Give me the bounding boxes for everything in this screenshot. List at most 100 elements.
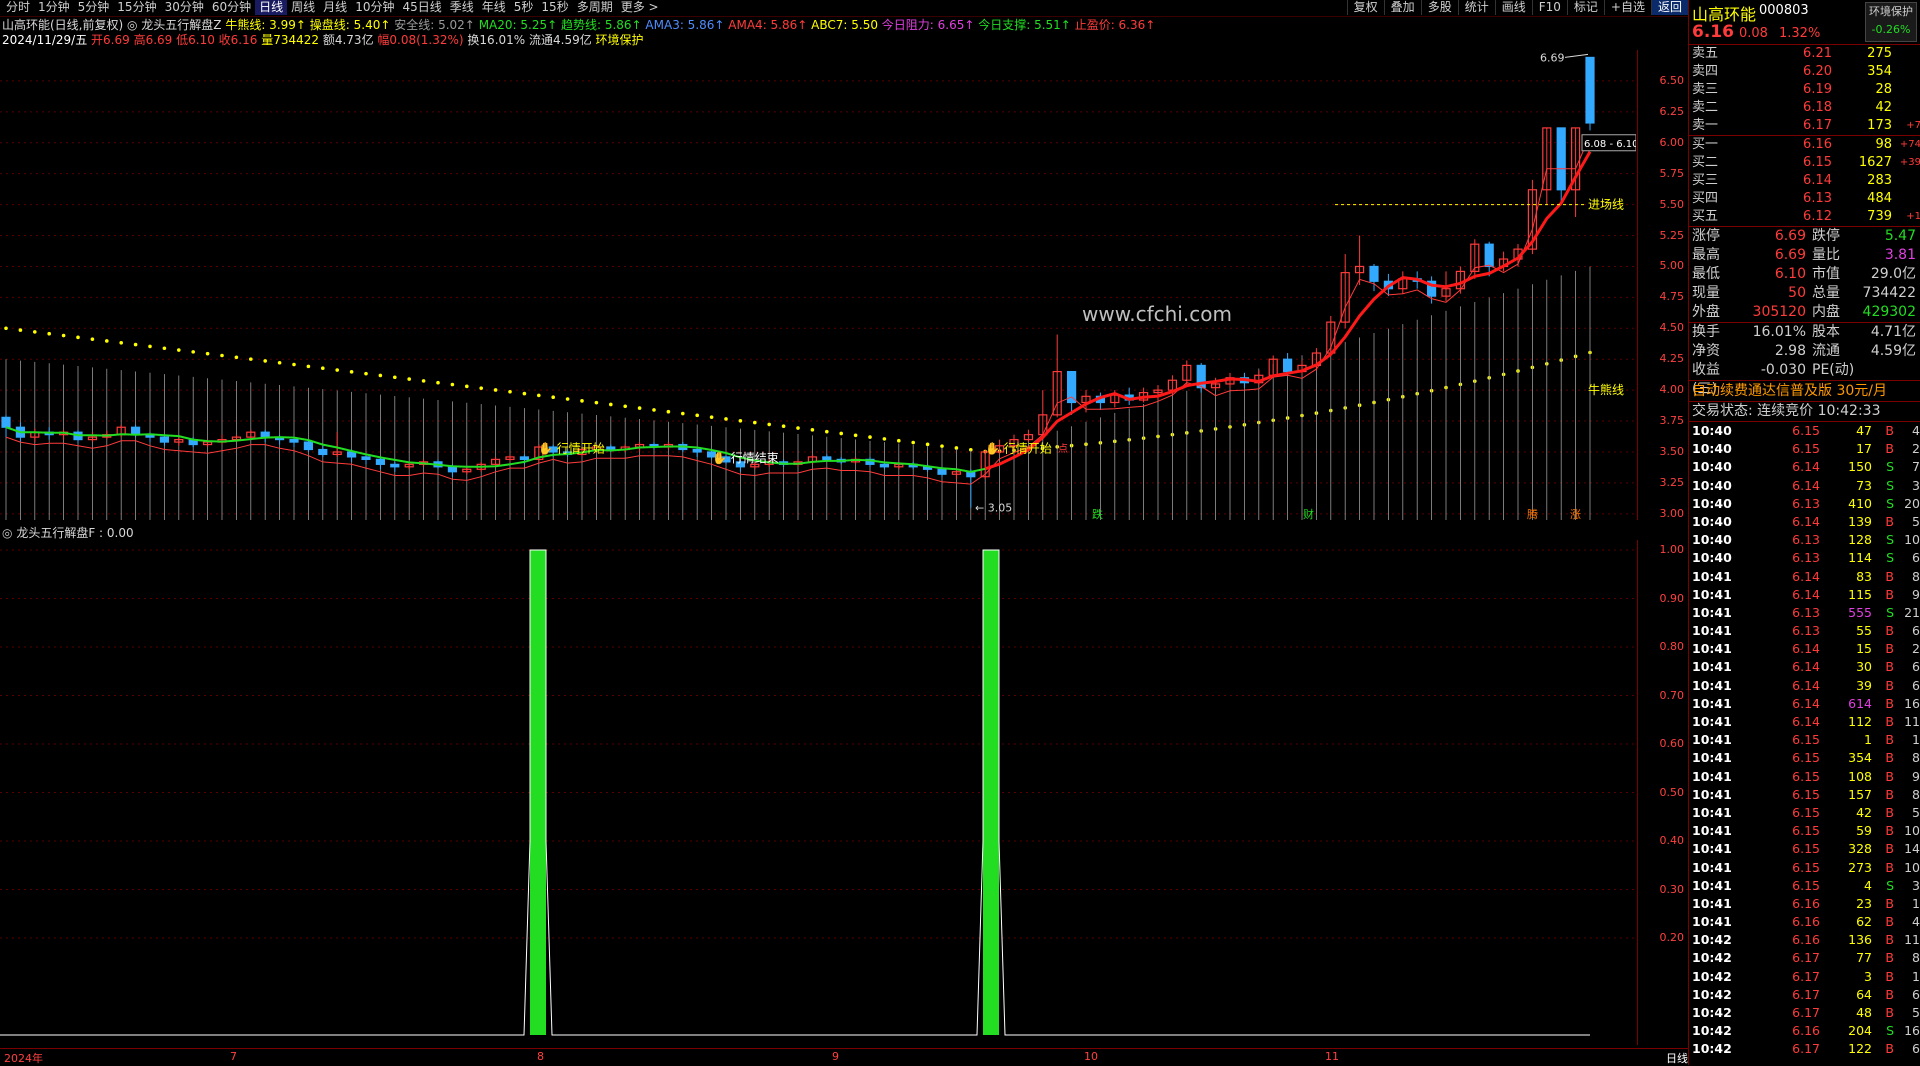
period-tab-3[interactable]: 15分钟 [113, 0, 160, 15]
tick-row: 10:40 6.13 410 S 20 [1689, 495, 1920, 513]
bull-bear-dot [321, 366, 325, 370]
tool-button-5[interactable]: F10 [1531, 0, 1567, 15]
ask-row-2[interactable]: 卖三 6.19 28 [1689, 81, 1920, 99]
collapse-icon[interactable]: ◎ [2, 526, 12, 540]
tool-button-4[interactable]: 画线 [1494, 0, 1532, 15]
tool-button-7[interactable]: +自选 [1603, 0, 1651, 15]
tool-button-1[interactable]: 叠加 [1383, 0, 1421, 15]
tool-button-3[interactable]: 统计 [1457, 0, 1495, 15]
period-tab-4[interactable]: 30分钟 [161, 0, 208, 15]
price-change-pct: 1.32% [1779, 26, 1821, 41]
tick-volume: 83 [1856, 568, 1872, 584]
financial-marker-1: 财 [1303, 507, 1314, 520]
tick-price: 6.15 [1792, 423, 1820, 438]
candlestick-chart[interactable]: 进场线牛熊线 6.69 ← 3.05 6.08 - 6.10 ✋ 行情开始 ✋ 行情结束 ✋… [0, 50, 1636, 520]
stat-value2: 429302 [1862, 304, 1916, 320]
bull-bear-dot [652, 408, 656, 412]
stat2-key: 换手 [1692, 324, 1720, 340]
legend-item-0: 牛熊线: 3.99↑ [225, 18, 310, 32]
period-tab-12[interactable]: 年线 [478, 0, 510, 15]
tick-price: 6.16 [1792, 932, 1820, 948]
bid-price: 6.13 [1803, 191, 1832, 206]
bid-row-4[interactable]: 买五 6.12 739 +1 [1689, 208, 1920, 226]
tick-count: 8 [1912, 950, 1920, 966]
tick-row: 10:42 6.16 204 S 16 [1689, 1022, 1920, 1040]
period-tab-16[interactable]: 更多 > [617, 0, 663, 15]
candle-body [822, 456, 832, 460]
tick-volume: 47 [1856, 423, 1872, 438]
period-tab-5[interactable]: 60分钟 [208, 0, 255, 15]
bid-row-1[interactable]: 买二 6.15 1627 +39 [1689, 154, 1920, 172]
bid-row-0[interactable]: 买一 6.16 98 +74 [1689, 136, 1920, 154]
candle-body [606, 446, 616, 451]
stat2-value2: 4.71亿 [1870, 324, 1916, 340]
period-tab-2[interactable]: 5分钟 [74, 0, 114, 15]
tick-count: 2 [1912, 641, 1920, 657]
sub-indicator-name: 龙头五行解盘F [16, 526, 96, 540]
tool-button-2[interactable]: 多股 [1420, 0, 1458, 15]
max-price-pointer [1564, 53, 1589, 58]
period-tab-14[interactable]: 15秒 [537, 0, 572, 15]
bid-row-2[interactable]: 买三 6.14 283 [1689, 172, 1920, 190]
tick-row: 10:41 6.15 42 B 5 [1689, 804, 1920, 822]
period-tab-9[interactable]: 10分钟 [351, 0, 398, 15]
indicator-name[interactable]: ◎ 龙头五行解盘Z [127, 18, 225, 32]
bull-bear-dot [781, 424, 786, 429]
stat-key2: 量比 [1812, 247, 1840, 263]
ask-row-4[interactable]: 卖一 6.17 173 +7 [1689, 117, 1920, 135]
period-tab-11[interactable]: 季线 [446, 0, 478, 15]
stat-value: 50 [1788, 285, 1806, 301]
period-tab-7[interactable]: 周线 [287, 0, 319, 15]
ask-row-3[interactable]: 卖二 6.18 42 [1689, 99, 1920, 117]
tool-button-6[interactable]: 标记 [1566, 0, 1604, 15]
period-tab-6[interactable]: 日线 [255, 0, 288, 15]
stat-row-4: 外盘 305120 内盘 429302 [1689, 303, 1920, 322]
period-tab-15[interactable]: 多周期 [573, 0, 617, 15]
tick-time: 10:40 [1692, 495, 1732, 511]
bull-bear-dot [623, 404, 627, 409]
tick-side: B [1885, 968, 1894, 984]
tick-price: 6.13 [1792, 550, 1820, 566]
tick-count: 11 [1904, 714, 1920, 729]
tick-side: B [1885, 513, 1894, 529]
bull-bear-dot [825, 429, 829, 434]
period-tab-13[interactable]: 5秒 [510, 0, 538, 15]
bid-row-3[interactable]: 买四 6.13 484 [1689, 190, 1920, 208]
y-tick-label: 4.75 [1659, 290, 1685, 304]
tick-volume: 273 [1848, 859, 1872, 875]
tick-list[interactable]: 10:40 6.15 47 B 4 10:40 6.15 17 B 2 10:40 6.14 150 S 7… [1689, 422, 1920, 1059]
tick-row: 10:40 6.15 47 B 4 [1689, 422, 1920, 440]
x-tick-label-1: 7 [230, 1050, 237, 1063]
subscription-ad[interactable]: 自动续费通达信普及版 30元/月 [1689, 381, 1920, 402]
legend-item-9: 今日支撑: 5.51↑ [978, 18, 1075, 32]
signal-bar-chart[interactable] [0, 540, 1636, 1045]
tick-price: 6.17 [1792, 1041, 1820, 1057]
period-tab-8[interactable]: 月线 [319, 0, 351, 15]
bid-label: 买三 [1692, 173, 1719, 188]
period-tab-0[interactable]: 分时 [2, 0, 34, 15]
candle-body [318, 448, 328, 456]
bull-bear-dot [119, 340, 123, 345]
period-tab-1[interactable]: 1分钟 [34, 0, 74, 15]
stat-row-1: 最高 6.69 量比 3.81 [1689, 246, 1920, 265]
period-indicator[interactable]: 日线 [1666, 1050, 1688, 1066]
x-tick-label-4: 10 [1084, 1050, 1098, 1063]
stat2-key2: 股本 [1812, 324, 1840, 340]
bull-bear-dot [263, 359, 268, 363]
candle-body [879, 463, 890, 468]
tool-button-0[interactable]: 复权 [1346, 0, 1384, 15]
stat2-key: 收益(三) [1692, 362, 1720, 397]
ask-row-1[interactable]: 卖四 6.20 354 [1689, 63, 1920, 81]
tool-button-8[interactable]: 返回 [1650, 0, 1688, 15]
ask-label: 卖二 [1692, 100, 1719, 115]
tick-count: 3 [1912, 477, 1920, 493]
candle-body [375, 458, 385, 465]
sector-box[interactable]: 环境保护 -0.26% [1865, 2, 1917, 42]
tick-price: 6.14 [1792, 714, 1820, 729]
financial-marker-2: 腾 [1527, 507, 1538, 520]
ask-row-0[interactable]: 卖五 6.21 275 [1689, 45, 1920, 63]
tick-count: 9 [1912, 586, 1920, 602]
tick-count: 8 [1912, 786, 1920, 802]
tick-count: 10 [1904, 532, 1920, 548]
period-tab-10[interactable]: 45日线 [398, 0, 445, 15]
